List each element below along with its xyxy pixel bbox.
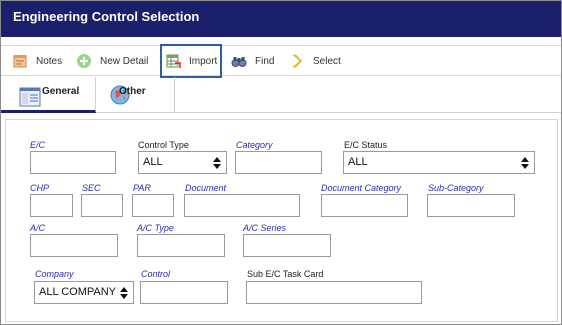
select-button[interactable]: Select: [289, 46, 343, 76]
document-category-label: Document Category: [321, 183, 402, 193]
select-arrows-icon: [120, 286, 128, 300]
ac-type-label: A/C Type: [137, 223, 174, 233]
document-input[interactable]: [184, 194, 300, 217]
select-arrows-icon: [521, 156, 529, 170]
select-arrows-icon: [213, 156, 221, 170]
sub-category-label: Sub-Category: [428, 183, 484, 193]
new-detail-button[interactable]: New Detail: [76, 46, 156, 76]
company-label: Company: [35, 269, 74, 279]
import-spreadsheet-icon: [165, 53, 181, 69]
ac-type-input[interactable]: [137, 234, 225, 257]
sec-label: SEC: [82, 183, 101, 193]
company-select[interactable]: ALL COMPANY: [34, 281, 134, 304]
find-button[interactable]: Find: [231, 46, 277, 76]
par-input[interactable]: [132, 194, 174, 217]
document-label: Document: [185, 183, 227, 193]
find-label: Find: [255, 55, 275, 67]
notes-label: Notes: [36, 55, 63, 67]
control-type-label: Control Type: [138, 140, 189, 150]
sec-input[interactable]: [81, 194, 123, 217]
add-circle-icon: [76, 53, 92, 69]
select-label: Select: [313, 55, 341, 67]
control-type-value: ALL: [143, 156, 163, 168]
control-input[interactable]: [140, 281, 228, 304]
import-button[interactable]: Import: [160, 44, 222, 78]
category-label: Category: [236, 140, 273, 150]
tab-other-label: Other: [119, 86, 146, 97]
ec-status-select[interactable]: ALL: [343, 151, 535, 174]
general-form-panel: E/C Control Type ALL Category E/C Status…: [5, 119, 558, 322]
control-type-select[interactable]: ALL: [138, 151, 227, 174]
ac-input[interactable]: [30, 234, 118, 257]
ec-input[interactable]: [30, 151, 116, 174]
toolbar: Notes New Detail Import Find Select: [1, 44, 561, 78]
chp-label: CHP: [30, 183, 50, 193]
chevron-right-icon: [289, 53, 305, 69]
sub-ec-task-card-input[interactable]: [246, 281, 422, 304]
company-value: ALL COMPANY: [39, 286, 117, 298]
par-label: PAR: [133, 183, 151, 193]
ec-status-label: E/C Status: [344, 140, 388, 150]
notes-button[interactable]: Notes: [12, 46, 70, 76]
engineering-control-selection-window: Engineering Control Selection Notes New …: [0, 0, 562, 325]
window-title: Engineering Control Selection: [1, 1, 561, 37]
tab-general-label: General: [42, 86, 80, 97]
control-label: Control: [141, 269, 171, 279]
ec-status-value: ALL: [348, 156, 368, 168]
tab-general[interactable]: General: [1, 77, 96, 113]
sub-ec-task-card-label: Sub E/C Task Card: [247, 269, 324, 279]
new-detail-label: New Detail: [100, 55, 149, 67]
tab-other[interactable]: Other: [97, 77, 175, 113]
tab-bar: General Other: [1, 77, 561, 113]
chp-input[interactable]: [30, 194, 73, 217]
notes-icon: [12, 53, 28, 69]
ac-series-input[interactable]: [243, 234, 331, 257]
sub-category-input[interactable]: [427, 194, 515, 217]
document-category-input[interactable]: [321, 194, 408, 217]
ac-series-label: A/C Series: [243, 223, 287, 233]
ec-label: E/C: [30, 140, 46, 150]
general-form-icon: [19, 87, 41, 110]
import-label: Import: [189, 55, 218, 67]
binoculars-icon: [231, 53, 247, 69]
category-input[interactable]: [235, 151, 322, 174]
ac-label: A/C: [30, 223, 46, 233]
